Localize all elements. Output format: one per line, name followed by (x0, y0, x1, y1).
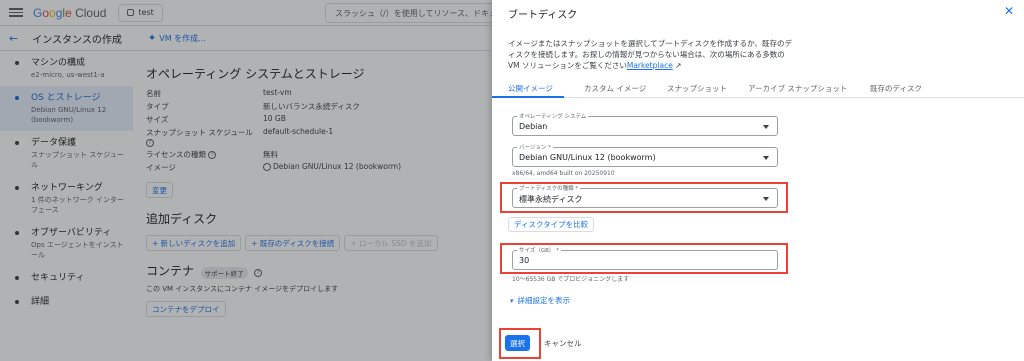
marketplace-link[interactable]: Marketplace (627, 61, 673, 70)
tab-snapshots[interactable]: スナップショット (667, 83, 727, 94)
tab-public-images[interactable]: 公開イメージ (508, 83, 553, 94)
image-source-tabs: 公開イメージ カスタム イメージ スナップショット アーカイブ スナップショット… (492, 78, 1024, 98)
size-hint: 10～65536 GB でプロビジョニングします (512, 276, 630, 283)
tab-existing-disks[interactable]: 既存のディスク (870, 83, 922, 94)
tab-custom-images[interactable]: カスタム イメージ (584, 83, 646, 94)
tab-archive-snapshots[interactable]: アーカイブ スナップショット (748, 83, 847, 94)
modal-scrim (0, 0, 492, 361)
dropdown-arrow-icon (763, 156, 769, 160)
chevron-down-icon: ▾ (510, 296, 514, 305)
external-link-icon: ↗ (672, 61, 682, 70)
cancel-button[interactable]: キャンセル (544, 338, 582, 349)
active-tab-indicator (492, 96, 564, 98)
dropdown-arrow-icon (763, 125, 769, 129)
version-hint: x86/64, amd64 built on 20250910 (512, 170, 615, 177)
show-advanced-settings[interactable]: ▾ 詳細設定を表示 (510, 295, 570, 306)
highlight-box (500, 243, 788, 274)
panel-description: イメージまたはスナップショットを選択してブートディスクを作成するか、既存のディス… (508, 39, 792, 70)
highlight-box (500, 182, 788, 213)
close-icon[interactable]: ✕ (1004, 4, 1014, 18)
version-select[interactable]: バージョン * Debian GNU/Linux 12 (bookworm) (512, 143, 778, 167)
boot-disk-panel: ブートディスク ✕ イメージまたはスナップショットを選択してブートディスクを作成… (492, 0, 1024, 361)
highlight-box (499, 328, 541, 359)
compare-disk-types-button[interactable]: ディスクタイプを比較 (508, 217, 595, 232)
panel-title: ブートディスク (508, 10, 578, 21)
os-select[interactable]: オペレーティング システム Debian (512, 112, 778, 136)
